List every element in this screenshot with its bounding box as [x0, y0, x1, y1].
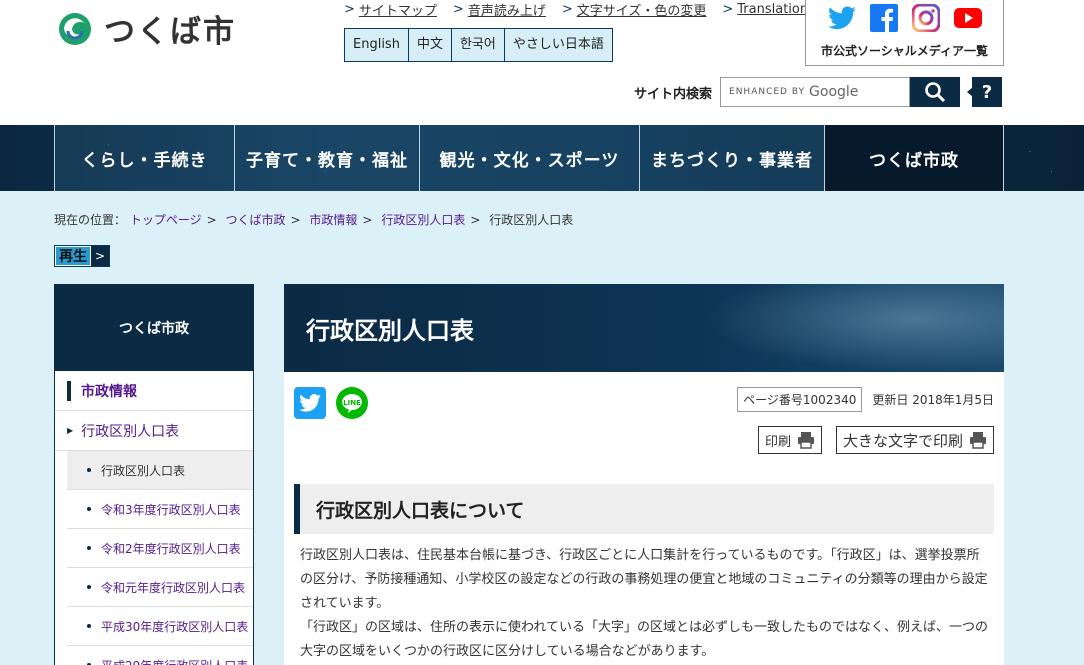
sidebar-item-link[interactable]: 令和2年度行政区別人口表	[101, 540, 241, 557]
breadcrumb-link[interactable]: 行政区別人口表	[381, 213, 465, 227]
breadcrumb-link[interactable]: トップページ	[130, 213, 202, 227]
sidebar: つくば市政 市政情報 ▶ 行政区別人口表 行政区別人口表 令和3年度行政区別人口表…	[54, 284, 254, 665]
lang-chinese[interactable]: 中文	[407, 29, 451, 61]
search-icon	[925, 82, 946, 103]
play-button[interactable]: 再生 >	[54, 245, 110, 267]
chevron-right-icon: >	[452, 2, 464, 17]
sidebar-item: 平成30年度行政区別人口表	[67, 607, 253, 646]
page-meta: ページ番号1002340 更新日 2018年1月5日	[737, 387, 994, 412]
printer-icon	[970, 432, 986, 449]
breadcrumb-prefix: 現在の位置：	[54, 213, 127, 227]
triangle-right-icon: ▶	[67, 426, 74, 435]
util-sitemap[interactable]: > サイトマップ	[344, 0, 437, 19]
paragraph: 「行政区」の区域は、住所の表示に使われている「大字」の区域とは必ずしも一致したも…	[300, 620, 988, 659]
city-emblem-icon	[54, 11, 96, 47]
facebook-icon[interactable]	[870, 4, 898, 32]
page-number: ページ番号1002340	[737, 387, 863, 412]
utility-links: > サイトマップ > 音声読み上げ > 文字サイズ・色の変更 > Translation	[344, 0, 808, 19]
line-share-button[interactable]: LINE	[336, 387, 368, 419]
print-button[interactable]: 印刷	[757, 426, 822, 454]
youtube-icon[interactable]	[954, 4, 982, 32]
sidebar-item-link[interactable]: 平成30年度行政区別人口表	[101, 618, 248, 635]
sidebar-item-label: 行政区別人口表	[101, 463, 186, 478]
print-large-button[interactable]: 大きな文字で印刷	[835, 426, 994, 454]
sidebar-item: 令和2年度行政区別人口表	[67, 529, 253, 568]
page-header: 行政区別人口表	[284, 284, 1004, 372]
breadcrumb: 現在の位置： トップページ > つくば市政 > 市政情報 > 行政区別人口表 > 行政区…	[54, 213, 574, 227]
main-area: 現在の位置： トップページ > つくば市政 > 市政情報 > 行政区別人口表 > 行政区…	[0, 191, 1084, 665]
sidebar-level1-link[interactable]: 市政情報	[81, 381, 137, 401]
lang-easy-japanese[interactable]: やさしい日本語	[503, 29, 612, 61]
breadcrumb-link[interactable]: つくば市政	[226, 213, 286, 227]
lang-korean[interactable]: 한국어	[450, 29, 504, 61]
social-media-label[interactable]: 市公式ソーシャルメディア一覧	[806, 42, 1003, 59]
sidebar-level2-link[interactable]: 行政区別人口表	[81, 421, 179, 441]
section-body: 行政区別人口表は、住民基本台帳に基づき、行政区ごとに人口集計を行っているものです…	[300, 544, 990, 664]
sidebar-level2: ▶ 行政区別人口表	[55, 411, 253, 451]
breadcrumb-current: 行政区別人口表	[489, 213, 574, 227]
site-search: サイト内検索 ENHANCED BY Google ?	[634, 77, 1003, 107]
sidebar-item: 令和3年度行政区別人口表	[67, 490, 253, 529]
sidebar-header-link[interactable]: つくば市政	[119, 318, 189, 338]
paragraph: 行政区別人口表は、住民基本台帳に基づき、行政区ごとに人口集計を行っているものです…	[300, 548, 988, 611]
util-link[interactable]: 文字サイズ・色の変更	[577, 0, 707, 19]
language-switcher: English 中文 한국어 やさしい日本語	[344, 28, 613, 62]
sidebar-item: 行政区別人口表	[67, 451, 253, 490]
site-header: つくば市 > サイトマップ > 音声読み上げ > 文字サイズ・色の変更 > Transl…	[0, 0, 1084, 125]
search-button[interactable]	[910, 77, 961, 107]
share-buttons: LINE	[294, 387, 368, 419]
content-area: 行政区別人口表 LINE ページ番号1002340 更新日 2018年1月5日 …	[284, 284, 1004, 665]
search-help-button[interactable]: ?	[967, 77, 1003, 107]
gnav-town[interactable]: まちづくり・事業者	[639, 125, 824, 191]
twitter-icon[interactable]	[828, 4, 856, 32]
section-heading: 行政区別人口表について	[294, 484, 994, 534]
sidebar-header: つくば市政	[55, 285, 253, 371]
search-label: サイト内検索	[634, 86, 713, 102]
chevron-right-icon: >	[91, 246, 109, 266]
sidebar-item: 令和元年度行政区別人口表	[67, 568, 253, 607]
search-input[interactable]: ENHANCED BY Google	[720, 77, 911, 107]
line-icon: LINE	[336, 387, 368, 419]
printer-icon	[797, 432, 814, 449]
util-font-size[interactable]: > 文字サイズ・色の変更	[562, 0, 707, 19]
print-label: 印刷	[764, 434, 791, 450]
search-placeholder-prefix: ENHANCED BY	[729, 87, 806, 97]
gnav-life[interactable]: くらし・手続き	[54, 125, 234, 191]
gnav-tourism[interactable]: 観光・文化・スポーツ	[419, 125, 639, 191]
play-label: 再生	[55, 246, 91, 266]
sidebar-item-link[interactable]: 令和元年度行政区別人口表	[101, 579, 245, 596]
svg-text:LINE: LINE	[343, 399, 361, 407]
gnav-childcare[interactable]: 子育て・教育・福祉	[234, 125, 419, 191]
chevron-right-icon: >	[344, 2, 355, 17]
page-title: 行政区別人口表	[306, 316, 474, 345]
gnav-city-government[interactable]: つくば市政	[824, 125, 1004, 191]
chevron-right-icon: >	[722, 2, 734, 17]
util-translation[interactable]: > Translation	[722, 0, 808, 19]
global-navigation: くらし・手続き 子育て・教育・福祉 観光・文化・スポーツ まちづくり・事業者 つ…	[0, 125, 1084, 191]
twitter-share-button[interactable]	[294, 387, 326, 419]
search-placeholder-brand: Google	[809, 84, 859, 100]
lang-english[interactable]: English	[345, 29, 408, 61]
help-icon: ?	[981, 81, 993, 103]
instagram-icon[interactable]	[912, 4, 940, 32]
twitter-icon	[299, 394, 321, 412]
social-media-box: 市公式ソーシャルメディア一覧	[805, 0, 1004, 66]
sidebar-item-link[interactable]: 平成29年度行政区別人口表	[101, 657, 248, 665]
print-large-label: 大きな文字で印刷	[842, 431, 963, 450]
util-speech[interactable]: > 音声読み上げ	[453, 0, 546, 19]
sidebar-item: 平成29年度行政区別人口表	[67, 646, 253, 665]
util-link[interactable]: サイトマップ	[359, 0, 437, 19]
site-logo[interactable]: つくば市	[54, 6, 236, 51]
breadcrumb-link[interactable]: 市政情報	[309, 213, 357, 227]
print-buttons: 印刷 大きな文字で印刷	[757, 426, 994, 454]
site-title: つくば市	[104, 14, 236, 50]
sidebar-level1: 市政情報	[55, 371, 253, 411]
sidebar-item-link[interactable]: 令和3年度行政区別人口表	[101, 501, 241, 518]
util-link[interactable]: 音声読み上げ	[468, 0, 546, 19]
chevron-right-icon: >	[561, 2, 573, 17]
updated-date: 更新日 2018年1月5日	[872, 393, 994, 407]
util-link[interactable]: Translation	[737, 2, 808, 17]
